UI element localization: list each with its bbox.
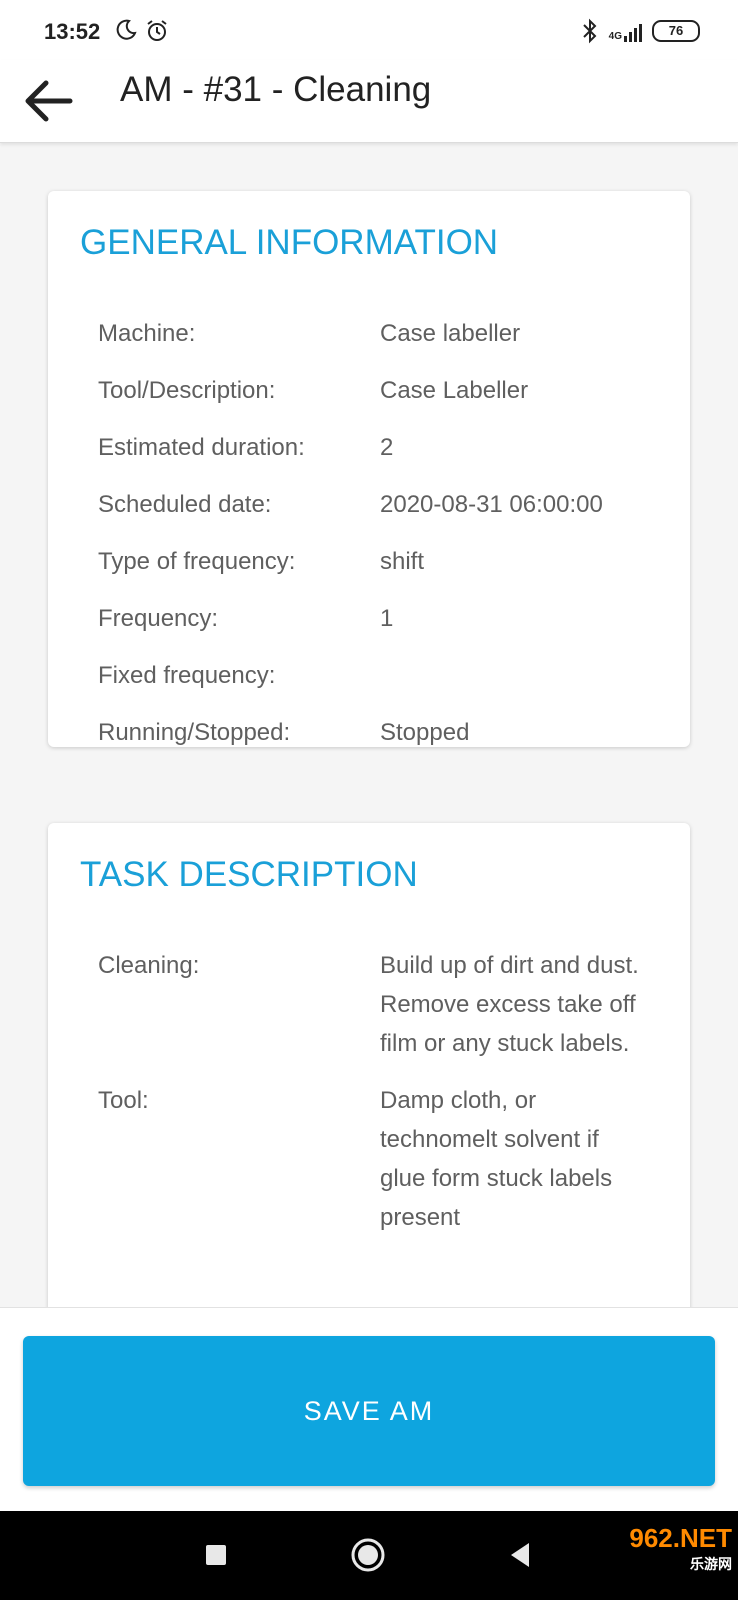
info-label: Tool/Description: (98, 377, 276, 404)
recent-apps-button[interactable] (192, 1531, 240, 1579)
info-label: Running/Stopped: (98, 719, 291, 746)
info-row-fixed-frequency: Fixed frequency: (98, 656, 670, 695)
recent-apps-icon (206, 1545, 226, 1565)
task-label: Tool: (98, 1087, 149, 1114)
alarm-icon (147, 20, 167, 41)
task-label: Cleaning: (98, 952, 200, 979)
home-icon (351, 1538, 385, 1572)
task-row-cleaning: Cleaning: Build up of dirt and dust. Rem… (98, 946, 670, 1063)
app-bar: AM - #31 - Cleaning (0, 60, 738, 143)
info-label: Type of frequency: (98, 548, 296, 575)
general-information-title: GENERAL INFORMATION (80, 223, 499, 262)
task-row-tool: Tool: Damp cloth, or technomelt solvent … (98, 1081, 670, 1237)
watermark-sub: 乐游网 (690, 1556, 732, 1572)
info-value: Case Labeller (380, 377, 529, 404)
back-button[interactable] (16, 69, 80, 133)
task-description-rows: Cleaning: Build up of dirt and dust. Rem… (98, 946, 670, 1255)
bluetooth-icon (582, 18, 597, 44)
info-value (380, 656, 650, 695)
info-value: 2 (380, 434, 394, 461)
info-row-running-stopped: Running/Stopped: Stopped (98, 713, 670, 752)
info-value: 1 (380, 605, 394, 632)
info-row-tool-description: Tool/Description: Case Labeller (98, 371, 670, 410)
status-icons-right: 4G 76 (581, 18, 700, 44)
task-description-card: TASK DESCRIPTION Cleaning: Build up of d… (48, 823, 690, 1307)
save-area: SAVE AM (0, 1307, 738, 1512)
watermark-brand: 962.NET (629, 1523, 732, 1553)
info-row-scheduled-date: Scheduled date: 2020-08-31 06:00:00 (98, 485, 670, 524)
status-bar: 13:52 4G 76 (0, 0, 738, 60)
general-information-card: GENERAL INFORMATION Machine: Case labell… (48, 191, 690, 747)
moon-icon (116, 19, 137, 40)
info-label: Machine: (98, 320, 196, 347)
status-icons-left (114, 18, 170, 44)
battery-icon: 76 (652, 20, 700, 42)
info-row-machine: Machine: Case labeller (98, 314, 670, 353)
info-label: Frequency: (98, 605, 219, 632)
info-label: Fixed frequency: (98, 662, 276, 689)
task-description-title: TASK DESCRIPTION (80, 855, 418, 894)
arrow-left-icon (25, 80, 73, 122)
info-row-type-of-frequency: Type of frequency: shift (98, 542, 670, 581)
general-information-rows: Machine: Case labeller Tool/Description:… (98, 314, 670, 770)
info-label: Scheduled date: (98, 491, 272, 518)
status-time: 13:52 (44, 19, 101, 44)
system-nav-bar: 962.NET 乐游网 (0, 1511, 738, 1600)
content-scroll[interactable]: GENERAL INFORMATION Machine: Case labell… (0, 143, 738, 1307)
info-row-estimated-duration: Estimated duration: 2 (98, 428, 670, 467)
task-value: Damp cloth, or technomelt solvent if glu… (380, 1087, 613, 1231)
task-value: Build up of dirt and dust. Remove excess… (380, 952, 639, 1057)
page-title: AM - #31 - Cleaning (120, 70, 432, 109)
info-label: Estimated duration: (98, 434, 305, 461)
save-am-button[interactable]: SAVE AM (23, 1336, 715, 1486)
info-value: Stopped (380, 719, 470, 746)
info-value: Case labeller (380, 320, 521, 347)
network-label: 4G (608, 31, 622, 42)
info-value: 2020-08-31 06:00:00 (380, 491, 603, 518)
info-value: shift (380, 548, 425, 575)
watermark-logo: 962.NET 乐游网 (602, 1523, 732, 1593)
nav-back-button[interactable] (496, 1531, 544, 1579)
home-button[interactable] (344, 1531, 392, 1579)
back-icon (511, 1543, 529, 1567)
info-row-frequency: Frequency: 1 (98, 599, 670, 638)
signal-icon: 4G (609, 20, 642, 42)
